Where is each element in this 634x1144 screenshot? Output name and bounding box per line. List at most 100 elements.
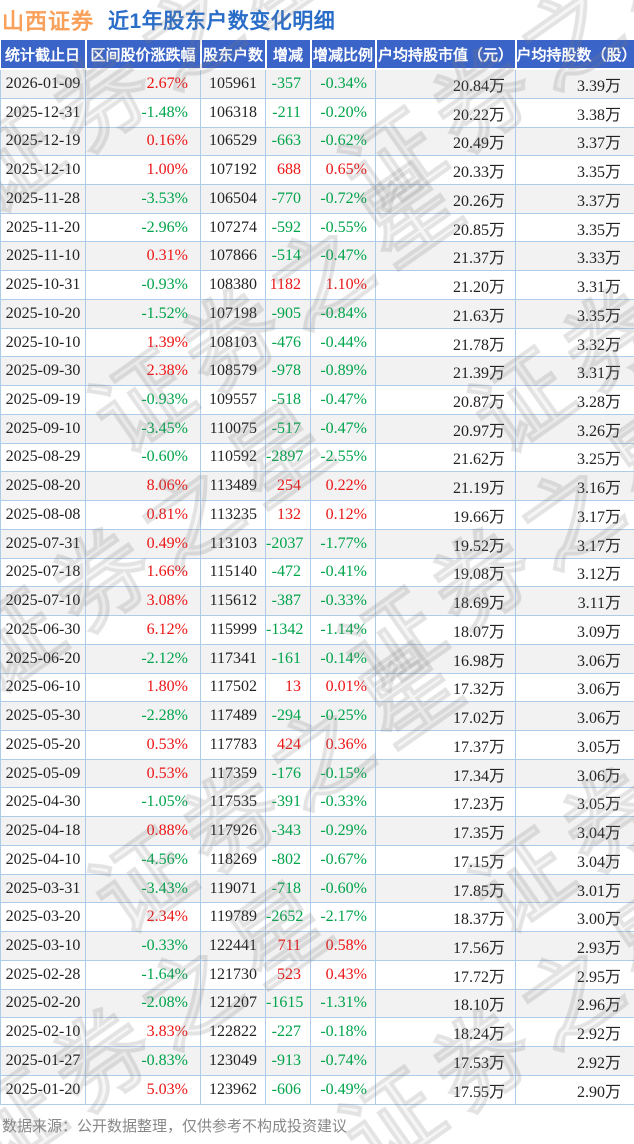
- table-cell: 2025-03-20: [1, 903, 86, 932]
- table-cell: 21.39万: [376, 357, 516, 386]
- table-cell: 3.17万: [516, 501, 634, 530]
- table-row: 2025-11-100.31%107866-514-0.47%21.37万3.3…: [1, 242, 634, 271]
- table-cell: 0.36%: [311, 730, 376, 759]
- table-cell: 18.69万: [376, 587, 516, 616]
- table-cell: 2.93万: [516, 932, 634, 961]
- table-cell: 3.26万: [516, 414, 634, 443]
- table-cell: -161: [266, 644, 311, 673]
- table-cell: -0.34%: [311, 69, 376, 98]
- table-cell: 2025-12-10: [1, 156, 86, 185]
- table-row: 2025-08-208.06%1134892540.22%21.19万3.16万: [1, 472, 634, 501]
- table-cell: 2025-07-10: [1, 587, 86, 616]
- table-cell: 0.88%: [86, 817, 201, 846]
- table-cell: 0.43%: [311, 960, 376, 989]
- table-cell: 3.31万: [516, 271, 634, 300]
- table-cell: 1.80%: [86, 673, 201, 702]
- table-row: 2025-06-20-2.12%117341-161-0.14%16.98万3.…: [1, 644, 634, 673]
- table-cell: 2025-12-31: [1, 98, 86, 127]
- table-cell: 0.49%: [86, 529, 201, 558]
- table-cell: -0.33%: [311, 788, 376, 817]
- table-cell: 132: [266, 501, 311, 530]
- table-cell: 110075: [201, 414, 266, 443]
- column-header-1: 区间股价涨跌幅: [86, 40, 201, 69]
- table-cell: -0.33%: [86, 932, 201, 961]
- table-cell: -518: [266, 386, 311, 415]
- table-row: 2025-07-103.08%115612-387-0.33%18.69万3.1…: [1, 587, 634, 616]
- table-cell: 0.31%: [86, 242, 201, 271]
- table-cell: 17.02万: [376, 702, 516, 731]
- shareholder-count-report: 证券之星证券之星证券之星证券之星证券之星证券之星证券之星证券之星证券之星证券之星…: [0, 0, 634, 1144]
- table-cell: 117489: [201, 702, 266, 731]
- table-cell: 17.23万: [376, 788, 516, 817]
- table-cell: -472: [266, 558, 311, 587]
- table-cell: 3.05万: [516, 788, 634, 817]
- table-row: 2025-02-103.83%122822-227-0.18%18.24万2.9…: [1, 1018, 634, 1047]
- table-cell: 115140: [201, 558, 266, 587]
- table-cell: 254: [266, 472, 311, 501]
- table-cell: 20.22万: [376, 98, 516, 127]
- table-cell: 1.00%: [86, 156, 201, 185]
- table-cell: -1.14%: [311, 616, 376, 645]
- table-cell: 2025-08-20: [1, 472, 86, 501]
- table-cell: -391: [266, 788, 311, 817]
- table-cell: -1342: [266, 616, 311, 645]
- table-cell: 2025-04-10: [1, 845, 86, 874]
- column-header-0: 统计截止日: [1, 40, 86, 69]
- column-header-3: 增减: [266, 40, 311, 69]
- table-row: 2025-08-29-0.60%110592-2897-2.55%21.62万3…: [1, 443, 634, 472]
- table-row: 2025-02-20-2.08%121207-1615-1.31%18.10万2…: [1, 989, 634, 1018]
- table-row: 2025-05-090.53%117359-176-0.15%17.34万3.0…: [1, 759, 634, 788]
- table-cell: -357: [266, 69, 311, 98]
- table-cell: 3.83%: [86, 1018, 201, 1047]
- table-cell: 117359: [201, 759, 266, 788]
- table-cell: 123049: [201, 1047, 266, 1076]
- table-cell: -1.77%: [311, 529, 376, 558]
- table-cell: -517: [266, 414, 311, 443]
- table-cell: 3.04万: [516, 845, 634, 874]
- table-cell: 108103: [201, 328, 266, 357]
- table-cell: 20.33万: [376, 156, 516, 185]
- table-cell: 3.33万: [516, 242, 634, 271]
- table-cell: -0.84%: [311, 299, 376, 328]
- table-row: 2025-05-200.53%1177834240.36%17.37万3.05万: [1, 730, 634, 759]
- table-cell: 2.67%: [86, 69, 201, 98]
- table-cell: -0.93%: [86, 271, 201, 300]
- column-header-4: 增减比例: [311, 40, 376, 69]
- table-cell: 2025-07-18: [1, 558, 86, 587]
- table-cell: 19.08万: [376, 558, 516, 587]
- table-cell: -2.28%: [86, 702, 201, 731]
- table-cell: -718: [266, 874, 311, 903]
- table-cell: 20.84万: [376, 69, 516, 98]
- table-cell: -0.44%: [311, 328, 376, 357]
- table-cell: 107192: [201, 156, 266, 185]
- table-cell: -802: [266, 845, 311, 874]
- table-cell: 20.26万: [376, 185, 516, 214]
- table-cell: 21.20万: [376, 271, 516, 300]
- table-cell: -2.96%: [86, 213, 201, 242]
- table-cell: 109557: [201, 386, 266, 415]
- table-cell: 123962: [201, 1075, 266, 1104]
- table-cell: 2025-09-10: [1, 414, 86, 443]
- table-row: 2025-06-101.80%117502130.01%17.32万3.06万: [1, 673, 634, 702]
- table-cell: 2.34%: [86, 903, 201, 932]
- table-cell: 2025-02-20: [1, 989, 86, 1018]
- table-cell: 108380: [201, 271, 266, 300]
- table-cell: 2025-11-10: [1, 242, 86, 271]
- table-row: 2025-09-302.38%108579-978-0.89%21.39万3.3…: [1, 357, 634, 386]
- table-cell: 17.56万: [376, 932, 516, 961]
- table-cell: 108579: [201, 357, 266, 386]
- table-cell: 2.90万: [516, 1075, 634, 1104]
- stock-name: 山西证券: [2, 4, 94, 36]
- table-cell: 3.12万: [516, 558, 634, 587]
- table-cell: 2.96万: [516, 989, 634, 1018]
- table-cell: 3.00万: [516, 903, 634, 932]
- table-cell: -514: [266, 242, 311, 271]
- table-row: 2025-10-20-1.52%107198-905-0.84%21.63万3.…: [1, 299, 634, 328]
- table-cell: 3.31万: [516, 357, 634, 386]
- table-cell: 113103: [201, 529, 266, 558]
- table-cell: -0.93%: [86, 386, 201, 415]
- table-cell: 3.35万: [516, 299, 634, 328]
- table-row: 2025-12-101.00%1071926880.65%20.33万3.35万: [1, 156, 634, 185]
- table-cell: 119789: [201, 903, 266, 932]
- table-cell: -1.05%: [86, 788, 201, 817]
